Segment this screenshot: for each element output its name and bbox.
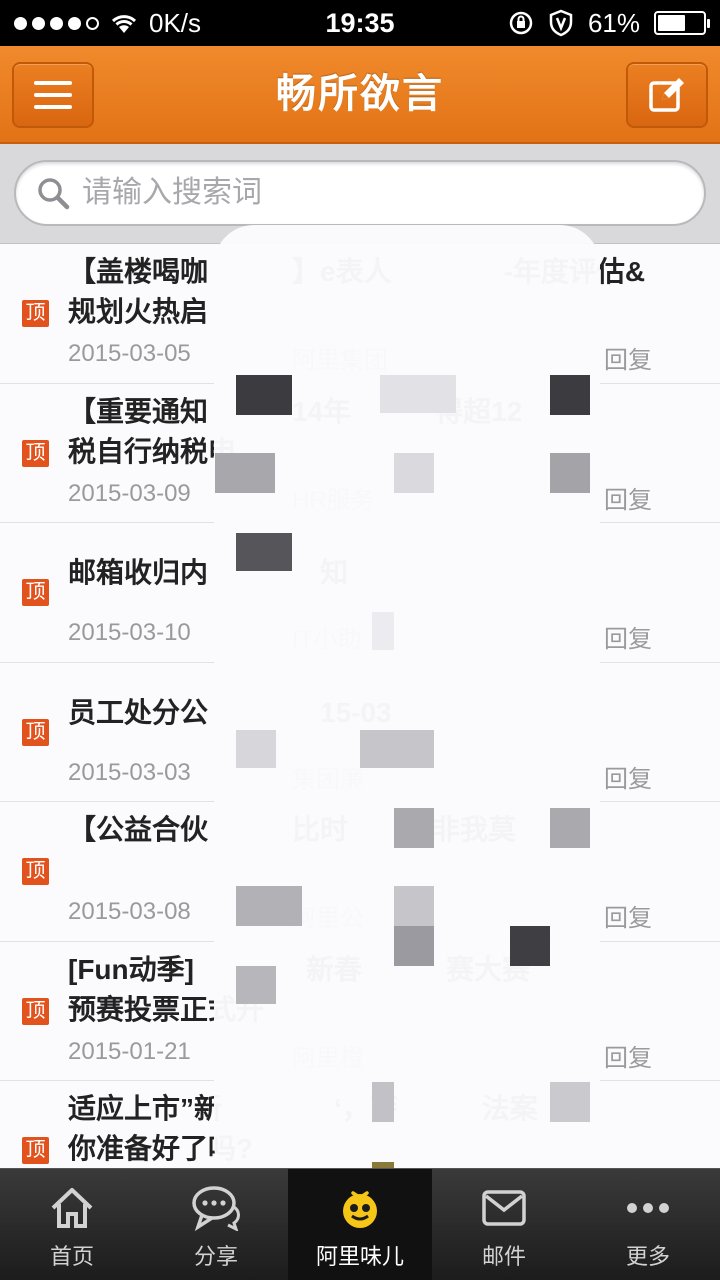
tab-ali-flavor[interactable]: 阿里味儿 — [288, 1169, 432, 1280]
list-item[interactable]: 顶【重要通知 14年 得超12 税自行纳税申 2015-03-09 HR服务 回复 — [0, 383, 720, 523]
network-speed: 0K/s — [149, 7, 202, 38]
post-date: 2015-03-05 — [68, 340, 191, 367]
signal-strength-icon — [14, 16, 99, 30]
post-author: 阿里集团 — [292, 347, 388, 374]
tab-bar: 首页 分享 阿里味儿 邮件 更多 — [0, 1168, 720, 1280]
post-date: 2015-03-03 — [68, 758, 191, 786]
wifi-icon — [111, 15, 137, 33]
post-title: 【公益合伙 比时 非我莫 — [68, 814, 517, 845]
home-icon — [46, 1183, 98, 1233]
ali-flavor-icon — [334, 1183, 386, 1233]
post-author: HR服务 — [292, 486, 375, 514]
reply-button[interactable]: 回复 — [604, 480, 652, 515]
reply-button[interactable]: 回复 — [604, 759, 652, 794]
pinned-badge: 顶 — [22, 718, 49, 746]
post-title: 【盖楼喝咖 】e表人 -年度评估&规划火热启 — [68, 256, 646, 327]
tab-label: 首页 — [49, 1244, 94, 1269]
post-date: 2015-03-08 — [68, 898, 191, 925]
post-list[interactable]: 顶【盖楼喝咖 】e表人 -年度评估&规划火热启 2015-03-05 阿里集团 回复顶… — [0, 244, 720, 1168]
orientation-lock-icon — [509, 11, 533, 35]
compose-button[interactable] — [626, 62, 708, 128]
list-item[interactable]: 顶【盖楼喝咖 】e表人 -年度评估&规划火热启 2015-03-05 阿里集团 回复 — [0, 244, 720, 384]
post-title: 【重要通知 14年 得超12 税自行纳税申 — [68, 395, 635, 467]
more-icon — [622, 1183, 674, 1233]
status-bar: 0K/s 19:35 61% — [0, 0, 720, 46]
compose-icon — [649, 78, 684, 112]
tab-label: 分享 — [193, 1244, 238, 1269]
post-author: 阿里公 — [292, 905, 364, 932]
list-item[interactable]: 顶邮箱收归内 知 2015-03-10 IT小助 回复 — [0, 523, 720, 663]
chat-bubble-icon — [190, 1183, 242, 1233]
battery-icon — [654, 11, 710, 35]
search-bar — [0, 144, 720, 244]
list-item[interactable]: 顶适应上市”新 ‘，萨 法案 你准备好了吗? — [0, 1081, 720, 1168]
reply-button[interactable]: 回复 — [604, 1038, 652, 1073]
post-title: [Fun动季] 新春 赛大赛 预赛投票正式开 — [68, 953, 642, 1025]
search-input[interactable] — [82, 176, 642, 210]
tab-mail[interactable]: 邮件 — [432, 1169, 576, 1280]
tab-more[interactable]: 更多 — [576, 1169, 720, 1280]
tab-home[interactable]: 首页 — [0, 1169, 144, 1280]
nav-bar: 畅所欲言 — [0, 46, 720, 144]
search-box[interactable] — [14, 160, 706, 226]
pinned-badge: 顶 — [22, 300, 49, 327]
tab-chat-bubble[interactable]: 分享 — [144, 1169, 288, 1280]
post-title: 邮箱收归内 知 — [68, 557, 349, 588]
tab-label: 更多 — [625, 1244, 670, 1269]
battery-percent: 61% — [587, 7, 640, 38]
post-title: 适应上市”新 ‘，萨 法案 你准备好了吗? — [68, 1093, 648, 1164]
pinned-badge: 顶 — [22, 579, 49, 606]
mail-icon — [478, 1183, 530, 1233]
post-author: IT小助 — [292, 626, 362, 653]
tab-label: 阿里味儿 — [315, 1244, 404, 1269]
pinned-badge: 顶 — [22, 439, 49, 467]
post-author: 阿里橙 — [292, 1044, 364, 1072]
reply-button[interactable]: 回复 — [604, 340, 652, 375]
post-date: 2015-01-21 — [68, 1037, 191, 1065]
pinned-badge: 顶 — [22, 997, 49, 1025]
post-title: 员工处分公 15-03 — [68, 696, 392, 728]
list-item[interactable]: 顶员工处分公 15-03 2015-03-03 集团廉 回复 — [0, 662, 720, 802]
post-date: 2015-03-09 — [68, 479, 191, 507]
search-icon — [38, 178, 70, 210]
pinned-badge: 顶 — [22, 858, 49, 885]
reply-button[interactable]: 回复 — [604, 898, 652, 933]
list-item[interactable]: 顶【公益合伙 比时 非我莫 2015-03-08 阿里公 回复 — [0, 802, 720, 942]
tab-label: 邮件 — [481, 1244, 526, 1269]
page-title: 畅所欲言 — [276, 72, 444, 116]
list-item[interactable]: 顶 [Fun动季] 新春 赛大赛 预赛投票正式开 2015-01-21 阿里橙 回复 — [0, 941, 720, 1081]
reply-button[interactable]: 回复 — [604, 619, 652, 654]
pinned-badge: 顶 — [22, 1137, 49, 1164]
post-date: 2015-03-10 — [68, 619, 191, 646]
post-author: 集团廉 — [292, 765, 364, 793]
vpn-shield-icon — [549, 9, 573, 37]
